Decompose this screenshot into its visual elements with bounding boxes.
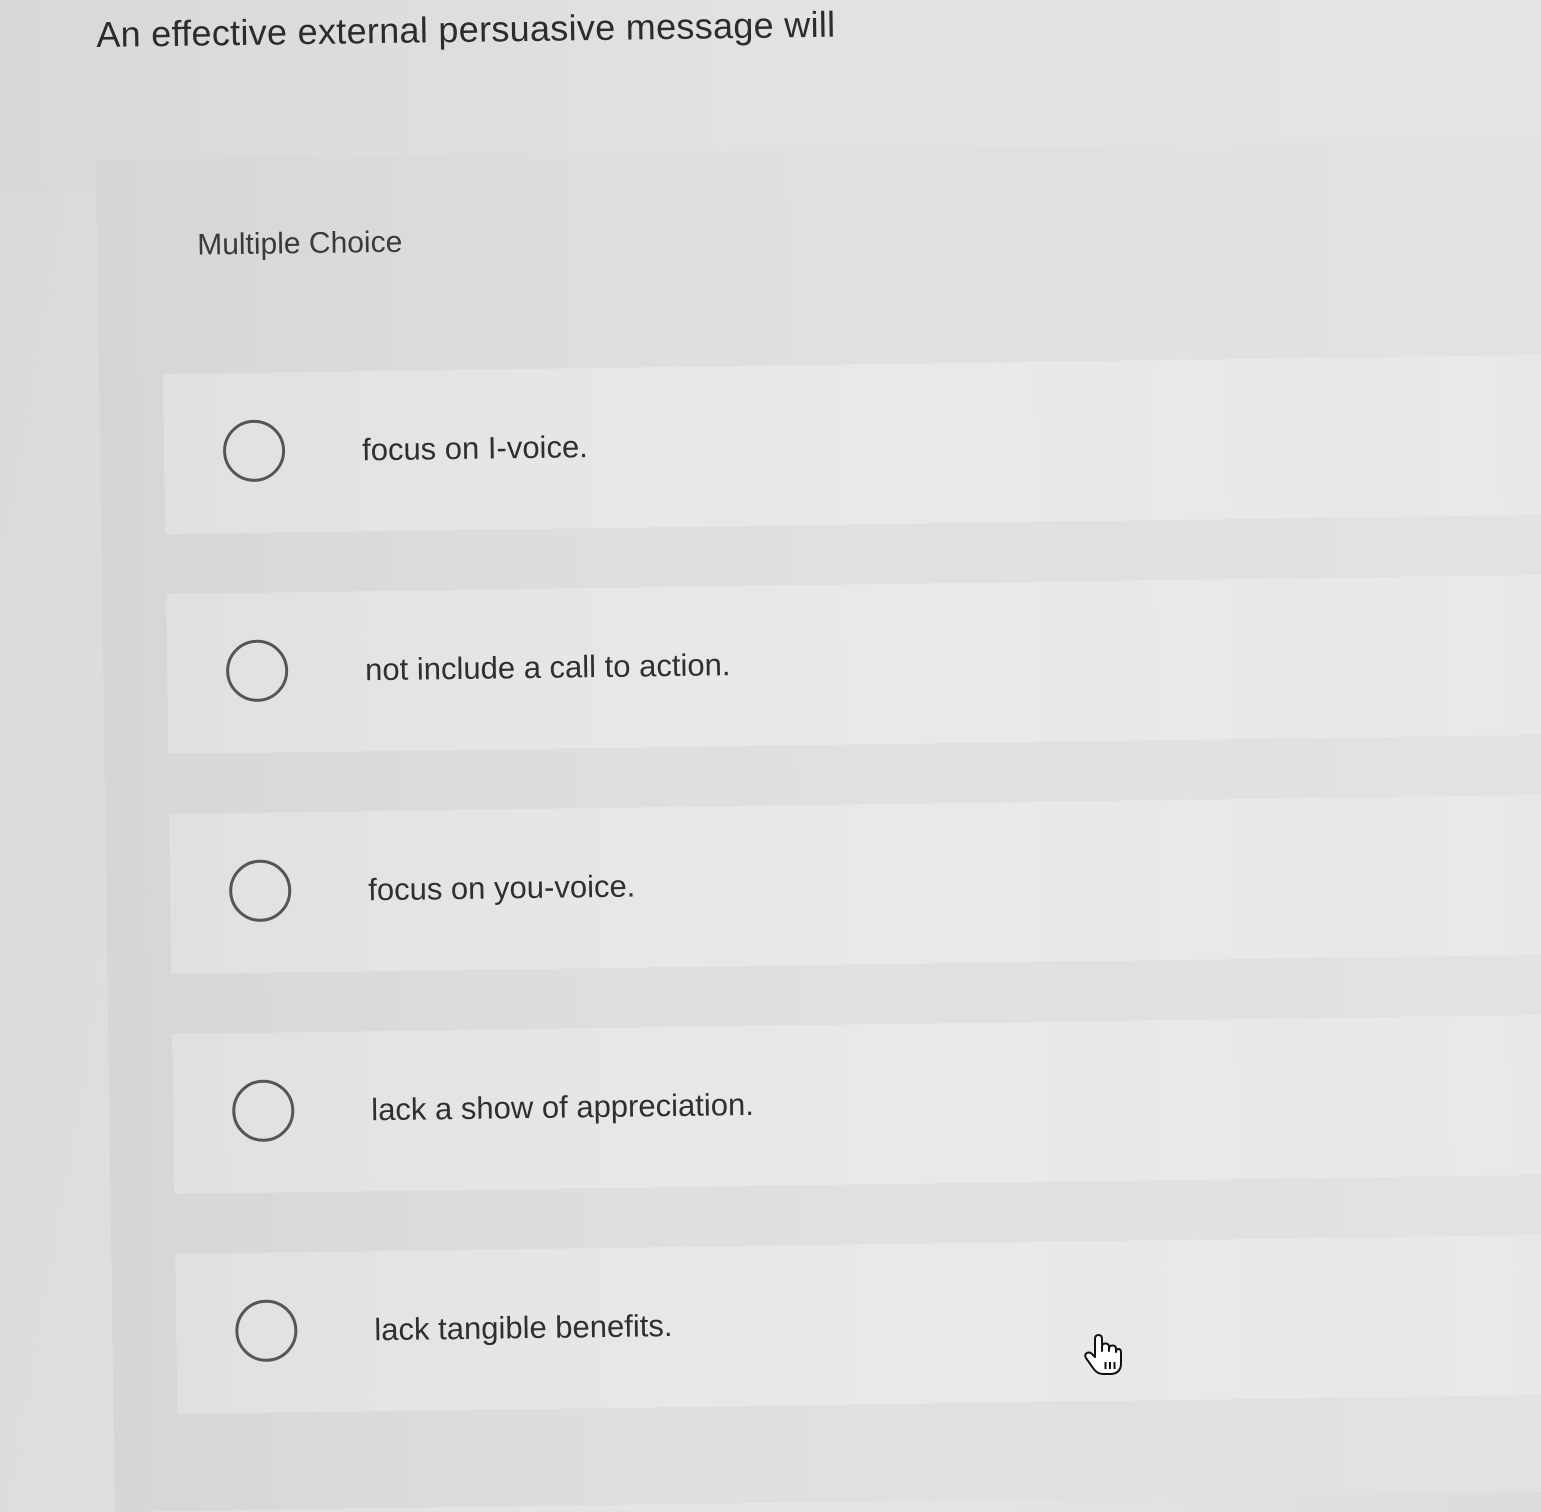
- answer-option-3[interactable]: focus on you-voice.: [169, 794, 1541, 975]
- answer-option-4[interactable]: lack a show of appreciation.: [172, 1014, 1541, 1195]
- answer-option-label: focus on you-voice.: [367, 868, 636, 908]
- answer-option-2[interactable]: not include a call to action.: [166, 574, 1541, 755]
- question-text: An effective external persuasive message…: [96, 3, 836, 55]
- answer-option-5[interactable]: lack tangible benefits.: [175, 1234, 1541, 1414]
- question-type-label: Multiple Choice: [196, 225, 403, 262]
- radio-button-icon[interactable]: [222, 419, 286, 483]
- answer-option-label: not include a call to action.: [364, 647, 731, 688]
- radio-button-icon[interactable]: [225, 639, 289, 703]
- answer-option-label: lack a show of appreciation.: [371, 1086, 755, 1128]
- radio-button-icon[interactable]: [228, 859, 292, 923]
- answer-option-1[interactable]: focus on I-voice.: [162, 354, 1541, 535]
- answer-option-label: lack tangible benefits.: [374, 1308, 673, 1348]
- hand-pointer-icon: [1083, 1333, 1123, 1377]
- multiple-choice-panel: Multiple Choice focus on I-voice. not in…: [96, 139, 1541, 1512]
- answer-option-label: focus on I-voice.: [361, 429, 589, 468]
- radio-button-icon[interactable]: [231, 1079, 295, 1143]
- radio-button-icon[interactable]: [234, 1299, 298, 1363]
